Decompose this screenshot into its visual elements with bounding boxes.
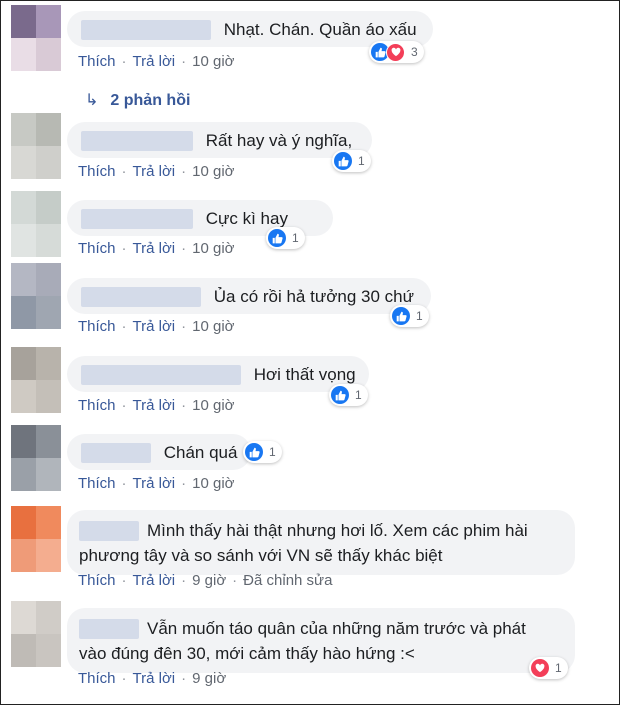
like-link[interactable]: Thích [78,163,116,180]
avatar[interactable] [11,263,61,329]
reaction-count: 1 [292,231,299,245]
commenter-name[interactable] [81,364,241,385]
comment-text-line2: vào đúng đên 30, mới cảm thấy hào hứng :… [79,644,415,664]
avatar[interactable] [11,191,61,257]
thumbs-up-icon [392,307,410,325]
comment-bubble: Chán quá [67,434,251,470]
reply-link[interactable]: Trả lời [133,572,176,589]
like-link[interactable]: Thích [78,240,116,257]
thumbs-up-icon [334,152,352,170]
reaction-count: 1 [269,445,276,459]
reaction-summary[interactable]: 1 [243,441,282,463]
comment-actions: Thích · Trả lời · 9 giờ [78,670,227,687]
timestamp[interactable]: 10 giờ [192,475,234,492]
reaction-summary[interactable]: 1 [529,657,568,679]
heart-icon [386,42,405,62]
reaction-count: 1 [555,661,562,675]
avatar[interactable] [11,113,61,179]
like-link[interactable]: Thích [78,475,116,492]
commenter-name[interactable] [81,208,193,229]
reaction-count: 1 [358,154,365,168]
edited-label[interactable]: Đã chỉnh sửa [243,572,332,589]
commenter-name[interactable] [79,520,139,541]
thumbs-up-icon [331,386,349,404]
reply-arrow-icon: ↳ [85,92,99,109]
commenter-name[interactable] [81,286,201,307]
comment-bubble: Rất hay và ý nghĩa, [67,122,372,158]
like-link[interactable]: Thích [78,397,116,414]
timestamp[interactable]: 10 giờ [192,163,234,180]
reply-link[interactable]: Trả lời [133,318,176,335]
avatar[interactable] [11,5,61,71]
timestamp[interactable]: 9 giờ [192,572,226,589]
comment-actions: Thích · Trả lời · 10 giờ [78,240,235,257]
like-link[interactable]: Thích [78,572,116,589]
comment-bubble: Hơi thất vọng [67,356,369,392]
commenter-name[interactable] [81,442,151,463]
comment-text-line1: Mình thấy hài thật nhưng hơi lố. Xem các… [147,521,528,541]
reply-link[interactable]: Trả lời [133,53,176,70]
commenter-name[interactable] [81,130,193,151]
reaction-summary[interactable]: 1 [332,150,371,172]
like-link[interactable]: Thích [78,318,116,335]
commenter-name[interactable] [81,19,211,40]
reaction-summary[interactable]: 1 [266,227,305,249]
like-link[interactable]: Thích [78,670,116,687]
reply-link[interactable]: Trả lời [133,670,176,687]
reaction-count: 1 [416,309,423,323]
comment-actions: Thích · Trả lời · 10 giờ [78,163,235,180]
comment-bubble: Vẫn muốn táo quân của những năm trước và… [67,608,575,674]
reaction-count: 3 [411,45,418,59]
reply-link[interactable]: Trả lời [133,475,176,492]
timestamp[interactable]: 10 giờ [192,240,234,257]
avatar[interactable] [11,601,61,667]
reaction-summary[interactable]: 3 [369,41,424,63]
comment-bubble: Ủa có rồi hả tưởng 30 chứ [67,278,431,314]
comment-text: Ủa có rồi hả tưởng 30 chứ [213,286,414,306]
comment-text: Cực kì hay [205,208,288,228]
reply-link[interactable]: Trả lời [133,163,176,180]
thumbs-up-icon [245,443,263,461]
comments-panel: Nhạt. Chán. Quần áo xấu 3 Thích · Trả lời ·… [0,0,620,705]
comment-actions: Thích · Trả lời · 10 giờ [78,53,235,70]
thumbs-up-icon [268,229,286,247]
avatar[interactable] [11,425,61,491]
reaction-summary[interactable]: 1 [390,305,429,327]
comment-text-line2: phương tây và so sánh với VN sẽ thấy khá… [79,546,443,566]
timestamp[interactable]: 9 giờ [192,670,226,687]
timestamp[interactable]: 10 giờ [192,53,234,70]
reply-link[interactable]: Trả lời [133,397,176,414]
view-replies-link[interactable]: ↳ 2 phản hồi [85,90,190,110]
comment-actions: Thích · Trả lời · 9 giờ · Đã chỉnh sửa [78,572,333,589]
comment-text: Rất hay và ý nghĩa, [205,130,353,150]
like-link[interactable]: Thích [78,53,116,70]
comment-text: Hơi thất vọng [253,364,356,384]
comment-text: Chán quá [163,442,238,462]
comment-actions: Thích · Trả lời · 10 giờ [78,397,235,414]
reaction-summary[interactable]: 1 [329,384,368,406]
commenter-name[interactable] [79,618,139,639]
reply-link[interactable]: Trả lời [133,240,176,257]
replies-label: 2 phản hồi [110,92,191,109]
comment-actions: Thích · Trả lời · 10 giờ [78,318,235,335]
timestamp[interactable]: 10 giờ [192,318,234,335]
comment-text: Nhạt. Chán. Quần áo xấu [223,19,417,39]
avatar[interactable] [11,506,61,572]
reaction-count: 1 [355,388,362,402]
heart-icon [531,659,549,677]
timestamp[interactable]: 10 giờ [192,397,234,414]
comment-text-line1: Vẫn muốn táo quân của những năm trước và… [147,619,526,639]
avatar[interactable] [11,347,61,413]
comment-bubble: Mình thấy hài thật nhưng hơi lố. Xem các… [67,510,575,576]
comment-actions: Thích · Trả lời · 10 giờ [78,475,235,492]
